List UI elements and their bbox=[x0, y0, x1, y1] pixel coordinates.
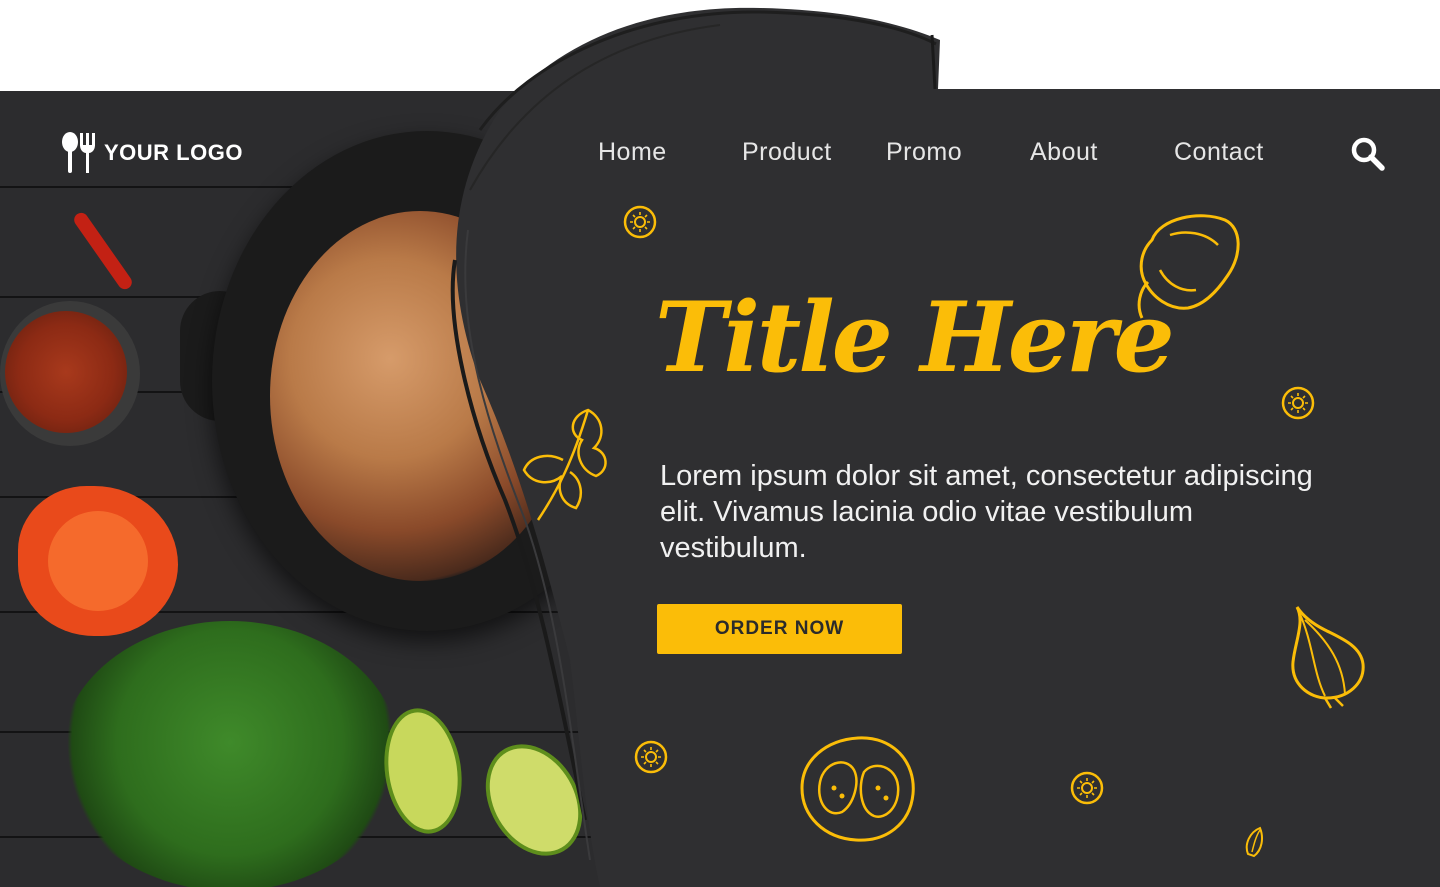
tomato-slice-icon bbox=[1281, 386, 1315, 420]
nav-about[interactable]: About bbox=[1030, 138, 1098, 167]
hero-title: Title Here bbox=[655, 281, 1175, 394]
onion-icon bbox=[1291, 606, 1365, 709]
nav-promo[interactable]: Promo bbox=[886, 138, 962, 167]
logo-text: YOUR LOGO bbox=[104, 140, 243, 165]
search-icon[interactable] bbox=[1348, 134, 1388, 174]
fork-spoon-icon bbox=[62, 132, 95, 173]
tomato-slice-icon bbox=[1070, 771, 1104, 805]
nav-home[interactable]: Home bbox=[598, 138, 667, 167]
brand-logo[interactable]: YOUR LOGO bbox=[60, 131, 243, 175]
nav-contact[interactable]: Contact bbox=[1174, 138, 1264, 167]
nav-product[interactable]: Product bbox=[742, 138, 832, 167]
garlic-clove-icon bbox=[1245, 826, 1263, 858]
bell-pepper-icon bbox=[1137, 214, 1240, 319]
parsley-icon bbox=[522, 408, 607, 521]
tomato-slice-icon bbox=[634, 740, 668, 774]
order-now-button[interactable]: ORDER NOW bbox=[657, 604, 902, 654]
tomato-slice-icon bbox=[623, 205, 657, 239]
hero-description: Lorem ipsum dolor sit amet, consectetur … bbox=[660, 460, 1313, 564]
tomato-half-icon bbox=[800, 736, 915, 842]
